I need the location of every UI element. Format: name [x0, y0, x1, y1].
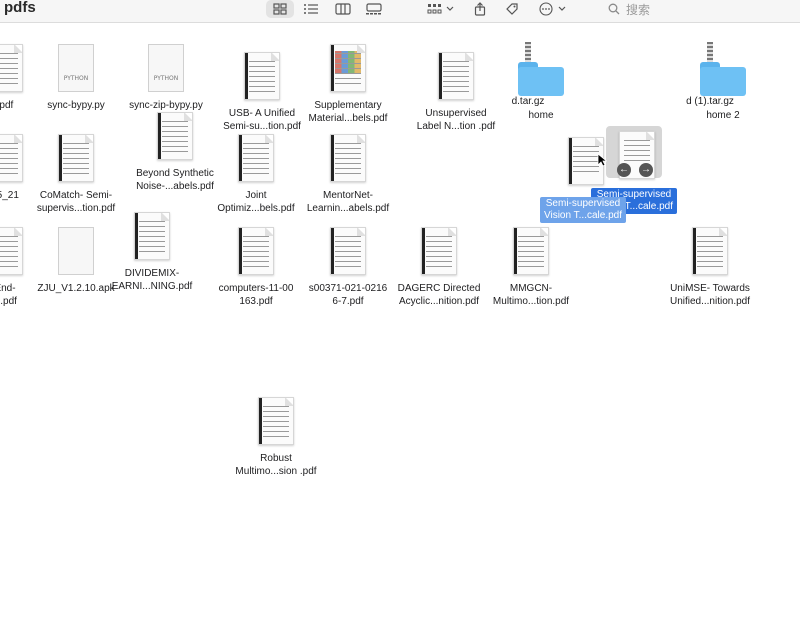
list-icon: [304, 4, 318, 14]
file-name-label: MentorNet- Learnin...abels.pdf: [306, 190, 390, 214]
search-placeholder: 搜索: [626, 2, 651, 17]
folder-icon: [700, 62, 746, 96]
file-name-label: home 2: [706, 110, 740, 121]
mouse-cursor-icon: [597, 153, 607, 167]
pdf-document-icon: [0, 44, 23, 92]
columns-icon: [335, 3, 351, 15]
window-title: pdfs: [4, 0, 36, 16]
group-button[interactable]: [424, 0, 458, 18]
pdf-document-icon: [258, 397, 294, 445]
pdf-document-icon: [330, 44, 366, 92]
file-name-label: CoMatch- Semi- supervis...tion.pdf: [36, 190, 116, 214]
file-name-label: home: [528, 110, 554, 121]
column-view-button[interactable]: [332, 0, 354, 18]
generic-file-icon: [58, 227, 94, 275]
more-button[interactable]: [536, 0, 570, 18]
python-file-icon: PYTHON: [148, 44, 184, 92]
file-type-tag: PYTHON: [63, 74, 89, 82]
pdf-document-icon: [330, 227, 366, 275]
file-grid: .pdfPYTHONsync-bypy.pyPYTHONsync-zip-byp…: [0, 22, 800, 644]
pdf-document-icon: [0, 227, 23, 275]
group-icon: [427, 4, 454, 14]
drag-badge-back: Semi-supervised Vision T...cale.pdf: [540, 197, 627, 223]
search-field[interactable]: 搜索: [608, 0, 800, 18]
pdf-document-icon: [244, 52, 280, 100]
pdf-document-icon: [58, 134, 94, 182]
pdf-document-icon: [330, 134, 366, 182]
file-name-label: d.tar.gz: [511, 96, 545, 107]
pdf-document-icon: [238, 134, 274, 182]
pdf-document-icon: [421, 227, 457, 275]
pdf-document-icon: [0, 134, 23, 182]
share-icon: [474, 2, 486, 16]
pdf-document-icon: [513, 227, 549, 275]
file-name-label: sync-zip-bypy.py: [129, 100, 203, 111]
toolbar: pdfs 搜索: [0, 0, 800, 23]
share-button[interactable]: [470, 0, 490, 18]
list-view-button[interactable]: [300, 0, 322, 18]
prev-arrow-icon[interactable]: ←: [617, 163, 631, 177]
pdf-document-icon: [157, 112, 193, 160]
grid-icon: [273, 3, 287, 15]
ellipsis-icon: [539, 2, 566, 16]
next-arrow-icon[interactable]: →: [639, 163, 653, 177]
gallery-view-button[interactable]: [362, 0, 386, 18]
pdf-document-icon: [134, 212, 170, 260]
file-name-label: d (1).tar.gz: [686, 96, 734, 107]
file-name-label: ZJU_V1.2.10.apk: [37, 283, 115, 294]
tag-button[interactable]: [502, 0, 522, 18]
tag-icon: [506, 3, 518, 15]
file-name-label: Supplementary Material...bels.pdf: [308, 100, 388, 124]
pdf-document-icon: [238, 227, 274, 275]
file-name-label: UniMSE- Towards Unified...nition.pdf: [669, 283, 751, 307]
gallery-icon: [366, 3, 382, 15]
pdf-document-icon: [692, 227, 728, 275]
search-icon: [608, 3, 620, 15]
python-file-icon: PYTHON: [58, 44, 94, 92]
folder-icon: [518, 62, 564, 96]
file-name-label: Robust Multimo...sion .pdf: [235, 453, 317, 477]
file-name-label: MMGCN- Multimo...tion.pdf: [492, 283, 570, 307]
icon-view-button[interactable]: [266, 0, 294, 18]
pdf-document-icon: [438, 52, 474, 100]
file-type-tag: PYTHON: [153, 74, 179, 82]
